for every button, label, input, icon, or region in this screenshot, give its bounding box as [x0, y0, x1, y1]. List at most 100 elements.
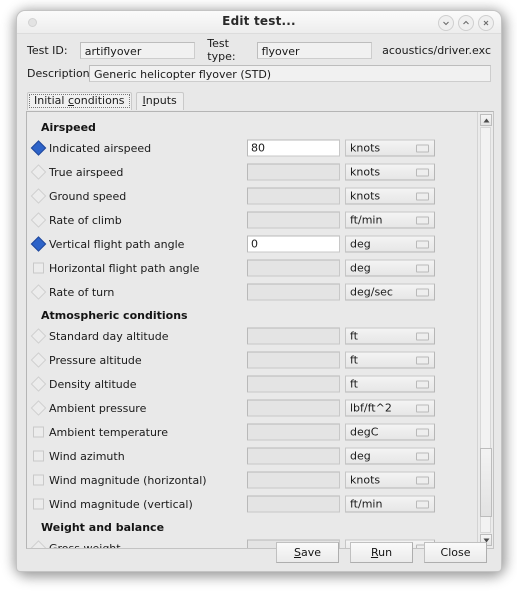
dropdown-indicator-icon [416, 476, 429, 484]
save-button[interactable]: Save [276, 542, 339, 563]
radio-button-icon[interactable] [30, 188, 47, 204]
test-id-input[interactable]: artiflyover [79, 41, 196, 59]
radio-button-icon[interactable] [30, 212, 47, 228]
scrollbar-thumb[interactable] [480, 448, 492, 517]
parameter-value-input[interactable] [247, 327, 340, 345]
unit-dropdown[interactable]: lbf/ft^2 [345, 399, 435, 417]
parameter-value-input[interactable] [247, 399, 340, 417]
close-button[interactable] [478, 15, 494, 31]
unit-dropdown[interactable]: knots [345, 471, 435, 489]
parameter-value-input[interactable] [247, 211, 340, 229]
parameter-row: Ambient temperature degC [27, 420, 477, 444]
parameter-label: Ground speed [49, 189, 127, 203]
header-fields: Test ID: artiflyover Test type: flyover … [17, 34, 501, 83]
dropdown-indicator-icon [416, 428, 429, 436]
test-identity-row: Test ID: artiflyover Test type: flyover … [27, 37, 491, 63]
description-row: Description: Generic helicopter flyover … [27, 63, 491, 83]
radio-button-icon[interactable] [30, 376, 47, 392]
unit-dropdown[interactable]: ft [345, 375, 435, 393]
maximize-button[interactable] [458, 15, 474, 31]
radio-button-icon[interactable] [30, 140, 47, 156]
edit-test-dialog: Edit test... Test ID: artiflyover Test t… [16, 10, 502, 572]
dialog-button-bar: Save Run Close [17, 542, 501, 563]
unit-dropdown[interactable]: deg [345, 235, 435, 253]
test-type-input[interactable]: flyover [256, 41, 373, 59]
window-controls [438, 15, 494, 31]
vertical-scrollbar[interactable] [477, 112, 493, 548]
test-id-label: Test ID: [27, 43, 68, 57]
unit-dropdown[interactable]: ft/min [345, 495, 435, 513]
parameter-value-input[interactable] [247, 163, 340, 181]
parameter-value-input[interactable] [247, 187, 340, 205]
parameter-value-input[interactable] [247, 447, 340, 465]
parameter-row: Ambient pressure lbf/ft^2 [27, 396, 477, 420]
unit-dropdown[interactable]: knots [345, 163, 435, 181]
unit-dropdown[interactable]: ft [345, 351, 435, 369]
unit-dropdown-label: knots [350, 473, 381, 487]
parameter-label: Standard day altitude [49, 329, 169, 343]
parameter-label: Ambient temperature [49, 425, 168, 439]
radio-button-icon[interactable] [30, 352, 47, 368]
parameter-value-input[interactable] [247, 423, 340, 441]
parameter-row: Pressure altitude ft [27, 348, 477, 372]
unit-dropdown-label: ft [350, 329, 358, 343]
checkbox-icon[interactable] [33, 498, 44, 510]
parameter-value-input[interactable] [247, 283, 340, 301]
close-dialog-button[interactable]: Close [424, 542, 487, 563]
checkbox-icon[interactable] [33, 450, 44, 462]
unit-dropdown[interactable]: knots [345, 139, 435, 157]
parameter-row: Ground speed knots [27, 184, 477, 208]
parameter-value-input[interactable] [247, 259, 340, 277]
unit-dropdown-label: ft [350, 377, 358, 391]
unit-dropdown[interactable]: ft [345, 327, 435, 345]
unit-dropdown[interactable]: knots [345, 187, 435, 205]
parameter-value-input[interactable]: 0 [247, 235, 340, 253]
unit-dropdown[interactable]: deg [345, 259, 435, 277]
parameter-label: Pressure altitude [49, 353, 142, 367]
parameter-row: Horizontal flight path angle deg [27, 256, 477, 280]
parameter-row: Rate of turn deg/sec [27, 280, 477, 304]
unit-dropdown-label: deg [350, 237, 371, 251]
parameter-value-input[interactable] [247, 471, 340, 489]
radio-button-icon[interactable] [30, 236, 47, 252]
parameter-label: Density altitude [49, 377, 137, 391]
unit-dropdown-label: deg [350, 261, 371, 275]
parameter-label: True airspeed [49, 165, 124, 179]
parameter-row: Standard day altitude ft [27, 324, 477, 348]
parameter-value-input[interactable]: 80 [247, 139, 340, 157]
parameter-row: Wind azimuth deg [27, 444, 477, 468]
radio-button-icon[interactable] [30, 284, 47, 300]
description-input[interactable]: Generic helicopter flyover (STD) [89, 64, 491, 82]
scroll-up-arrow-icon[interactable] [480, 114, 492, 126]
parameter-row: Wind magnitude (vertical) ft/min [27, 492, 477, 516]
unit-dropdown-label: knots [350, 165, 381, 179]
checkbox-icon[interactable] [33, 262, 44, 274]
parameter-value-input[interactable] [247, 351, 340, 369]
tab-initial-conditions[interactable]: Initial conditions [27, 92, 132, 110]
tab-inputs[interactable]: Inputs [135, 92, 184, 110]
checkbox-icon[interactable] [33, 426, 44, 438]
parameter-value-input[interactable] [247, 375, 340, 393]
unit-dropdown-label: knots [350, 141, 381, 155]
unit-dropdown-label: deg [350, 449, 371, 463]
parameter-list: Airspeed Indicated airspeed 80 knots True ai… [27, 112, 477, 548]
radio-button-icon[interactable] [30, 328, 47, 344]
window-title: Edit test... [222, 14, 296, 28]
group-title: Airspeed [41, 121, 96, 134]
radio-button-icon[interactable] [30, 164, 47, 180]
unit-dropdown[interactable]: degC [345, 423, 435, 441]
title-bar[interactable]: Edit test... [17, 11, 501, 34]
radio-button-icon[interactable] [30, 400, 47, 416]
parameter-value-input[interactable] [247, 495, 340, 513]
dropdown-indicator-icon [416, 144, 429, 152]
checkbox-icon[interactable] [33, 474, 44, 486]
unit-dropdown[interactable]: ft/min [345, 211, 435, 229]
parameter-label: Vertical flight path angle [49, 237, 185, 251]
unit-dropdown[interactable]: deg/sec [345, 283, 435, 301]
run-button[interactable]: Run [350, 542, 413, 563]
minimize-button[interactable] [438, 15, 454, 31]
dropdown-indicator-icon [416, 404, 429, 412]
unit-dropdown[interactable]: deg [345, 447, 435, 465]
parameter-row: Rate of climb ft/min [27, 208, 477, 232]
dropdown-indicator-icon [416, 356, 429, 364]
